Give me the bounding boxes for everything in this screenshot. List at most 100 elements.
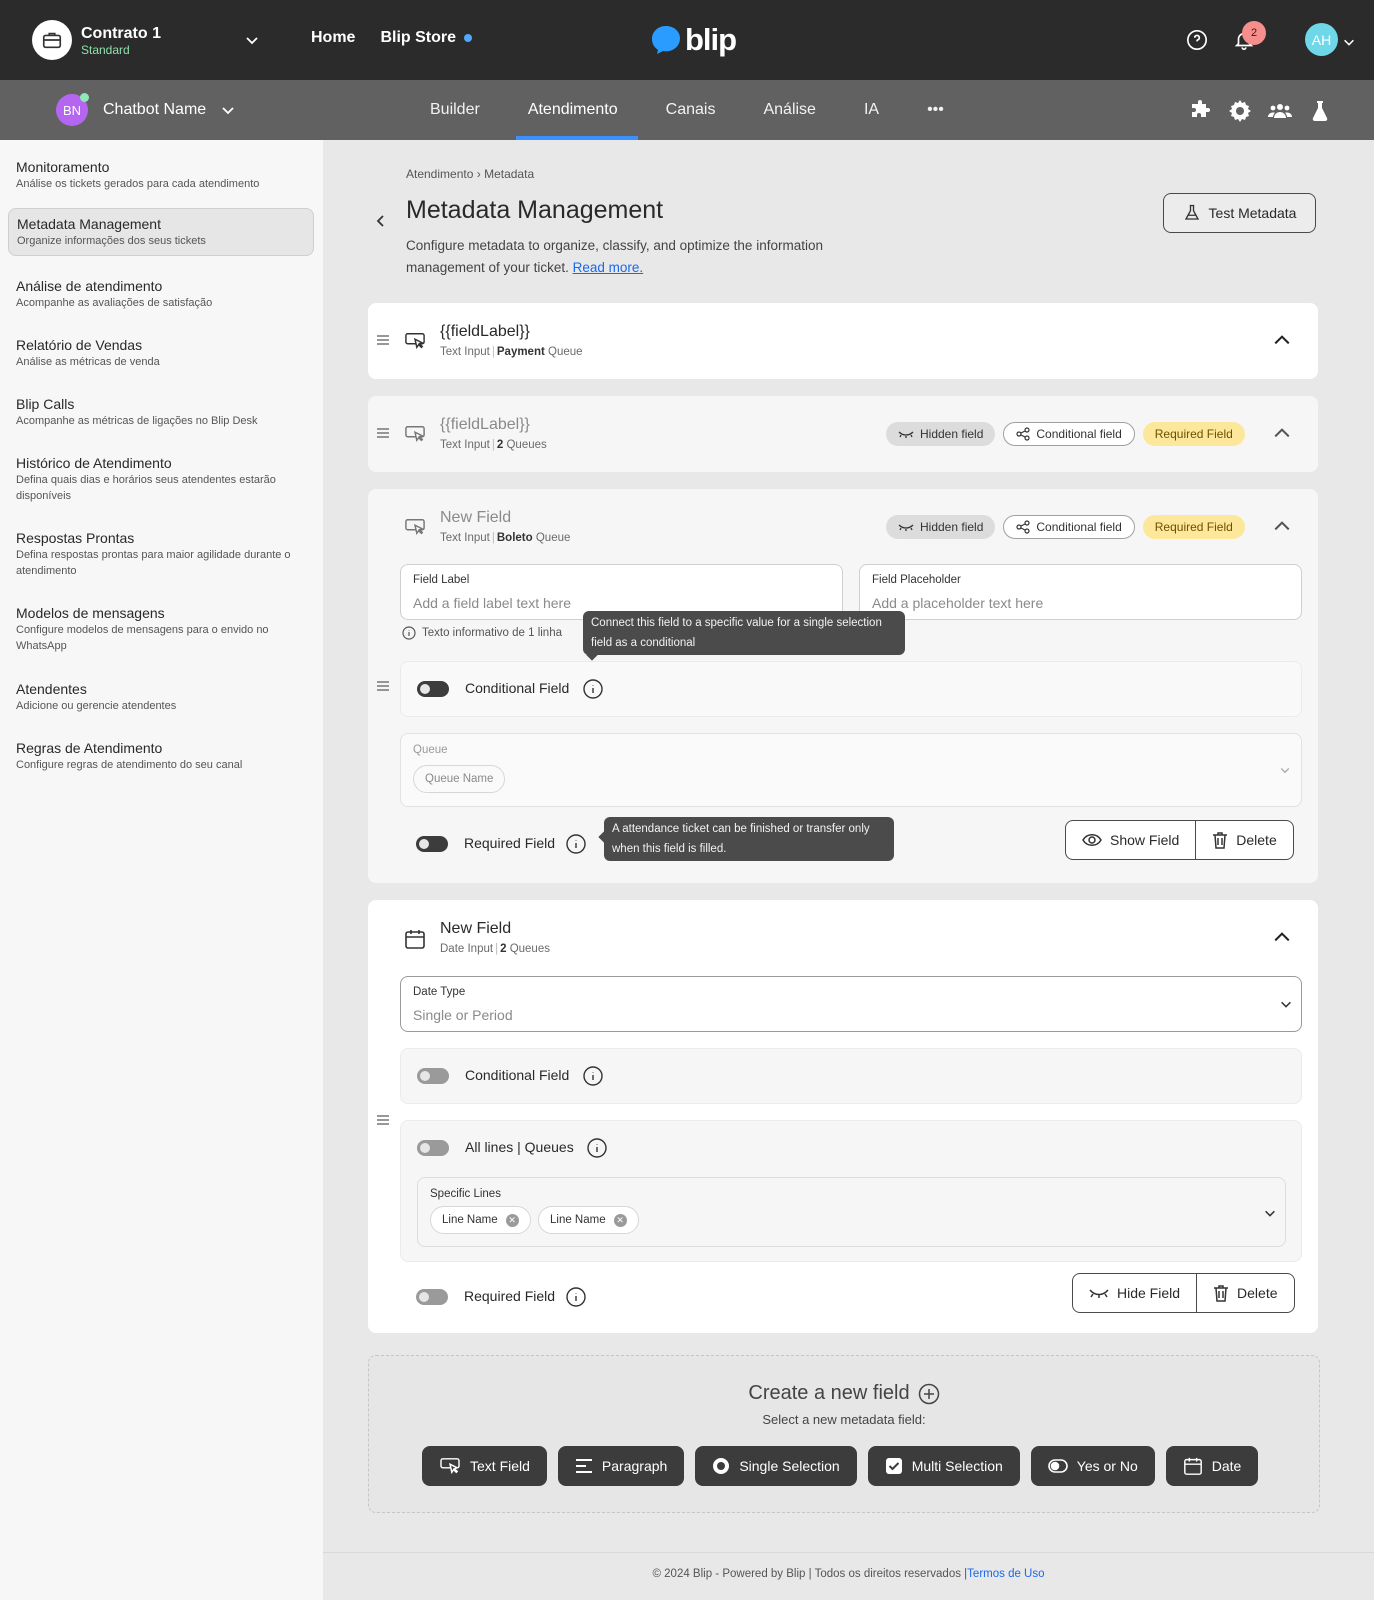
text-input-icon [404,331,426,351]
drag-handle-icon[interactable] [376,679,390,693]
field-card-expanded: New Field Date Input | 2 Queues Date Type … [368,900,1318,1333]
eye-icon [1082,834,1102,846]
add-multi-selection-button[interactable]: Multi Selection [867,1446,1020,1486]
notification-badge: 2 [1242,21,1266,45]
info-icon[interactable] [566,834,586,854]
flask-icon[interactable] [1308,99,1332,123]
breadcrumb-atendimento[interactable]: Atendimento [406,167,473,181]
add-circle-icon[interactable] [918,1383,940,1405]
tab-ia[interactable]: IA [844,80,899,140]
field-placeholder-input[interactable]: Field Placeholder Add a placeholder text… [859,564,1302,620]
paragraph-icon [575,1459,592,1473]
required-field-chip: Required Field [1142,515,1245,539]
sidebar-item-regras-atendimento[interactable]: Regras de Atendimento Configure regras d… [8,733,314,779]
chevron-down-icon[interactable] [1342,35,1356,49]
chevron-up-icon[interactable] [1273,424,1291,442]
add-yes-or-no-button[interactable]: Yes or No [1030,1446,1155,1486]
chevron-up-icon[interactable] [1273,331,1291,349]
logo-text: blip [685,22,737,57]
button-label: Single Selection [739,1458,840,1474]
field-action-group: Hide Field Delete [1072,1273,1295,1313]
required-field-toggle[interactable] [416,836,448,852]
hide-field-button[interactable]: Hide Field [1073,1274,1196,1312]
tab-analise[interactable]: Análise [743,80,835,140]
contract-switcher[interactable]: Contrato 1 Standard [32,20,161,60]
sidebar-item-respostas-prontas[interactable]: Respostas Prontas Defina respostas pront… [8,523,314,585]
sidebar-item-historico[interactable]: Histórico de Atendimento Defina quais di… [8,448,314,510]
contract-title: Contrato 1 [81,24,161,42]
drag-handle-icon[interactable] [376,1113,390,1127]
remove-tag-icon[interactable]: ✕ [505,1213,519,1227]
info-icon[interactable] [583,679,603,699]
remove-tag-icon[interactable]: ✕ [613,1213,627,1227]
bot-avatar: BN [56,93,89,126]
info-icon[interactable] [587,1138,607,1158]
team-icon[interactable] [1268,99,1292,123]
help-icon[interactable] [1186,29,1208,51]
breadcrumb-metadata: Metadata [484,167,535,181]
hide-field-label: Hide Field [1117,1285,1181,1301]
info-icon[interactable] [566,1287,586,1307]
delete-button[interactable]: Delete [1195,821,1292,859]
briefcase-icon [32,20,72,60]
button-label: Yes or No [1076,1458,1138,1474]
all-lines-toggle[interactable] [417,1140,449,1156]
delete-button[interactable]: Delete [1196,1274,1293,1312]
date-type-select[interactable]: Date Type Single or Period [400,976,1302,1032]
line-tag[interactable]: Line Name ✕ [538,1206,639,1234]
terms-link[interactable]: Termos de Uso [967,1568,1044,1580]
checkbox-icon [885,1458,902,1474]
read-more-link[interactable]: Read more. [573,260,644,275]
sidebar-item-desc: Acompanhe as avaliações de satisfação [16,297,213,309]
drag-handle-icon[interactable] [376,333,390,347]
queue-select[interactable]: Queue Queue Name [400,733,1302,807]
text-input-icon [404,517,426,537]
blip-logo[interactable]: blip [650,22,737,58]
specific-lines-select[interactable]: Specific Lines Line Name ✕ Line Name ✕ [417,1177,1286,1247]
sidebar-item-metadata-management[interactable]: Metadata Management Organize informações… [8,208,314,256]
conditional-field-toggle[interactable] [417,681,449,697]
sidebar-item-blip-calls[interactable]: Blip Calls Acompanhe as métricas de liga… [8,389,314,435]
field-summary: Date Input | 2 Queues [440,943,550,955]
chevron-up-icon[interactable] [1273,517,1291,535]
queue-tag[interactable]: Queue Name [413,765,506,793]
conditional-field-chip: Conditional field [1003,422,1135,446]
line-tag[interactable]: Line Name ✕ [430,1206,531,1234]
tab-more[interactable]: ••• [907,80,964,140]
add-single-selection-button[interactable]: Single Selection [695,1446,857,1486]
hidden-field-chip: Hidden field [886,422,996,446]
field-summary: Text Input | Payment Queue [440,346,583,358]
test-metadata-button[interactable]: Test Metadata [1163,193,1316,233]
back-arrow-icon[interactable] [373,213,389,229]
puzzle-icon[interactable] [1188,99,1212,123]
tab-atendimento[interactable]: Atendimento [508,80,638,140]
sidebar-item-atendentes[interactable]: Atendentes Adicione ou gerencie atendent… [8,674,314,720]
sidebar-item-modelos-mensagens[interactable]: Modelos de mensagens Configure modelos d… [8,598,314,660]
tab-canais[interactable]: Canais [646,80,736,140]
sidebar-item-monitoramento[interactable]: Monitoramento Análise os tickets gerados… [8,152,314,198]
sidebar-item-relatorio-vendas[interactable]: Relatório de Vendas Análise as métricas … [8,330,314,376]
button-label: Text Field [470,1458,530,1474]
tab-builder[interactable]: Builder [410,80,500,140]
nav-blip-store-label: Blip Store [380,29,457,46]
sidebar-item-analise-atendimento[interactable]: Análise de atendimento Acompanhe as aval… [8,271,314,317]
chevron-down-icon[interactable] [244,32,260,48]
show-field-button[interactable]: Show Field [1066,821,1195,859]
chevron-up-icon[interactable] [1273,928,1291,946]
bot-switcher[interactable]: BN Chatbot Name [56,93,236,126]
add-paragraph-button[interactable]: Paragraph [557,1446,685,1486]
drag-handle-icon[interactable] [376,426,390,440]
user-avatar[interactable]: AH [1305,23,1338,56]
sidebar-item-desc: Organize informações dos seus tickets [17,235,206,247]
field-action-group: Show Field Delete [1065,820,1294,860]
add-date-button[interactable]: Date [1165,1446,1259,1486]
nav-blip-store[interactable]: Blip Store [380,29,473,47]
specific-lines-label: Specific Lines [430,1188,501,1200]
nav-home[interactable]: Home [311,29,355,47]
gear-icon[interactable] [1228,99,1252,123]
info-icon [402,626,416,640]
info-icon[interactable] [583,1066,603,1086]
conditional-field-toggle[interactable] [417,1068,449,1084]
add-text-field-button[interactable]: Text Field [422,1446,547,1486]
required-field-toggle[interactable] [416,1289,448,1305]
